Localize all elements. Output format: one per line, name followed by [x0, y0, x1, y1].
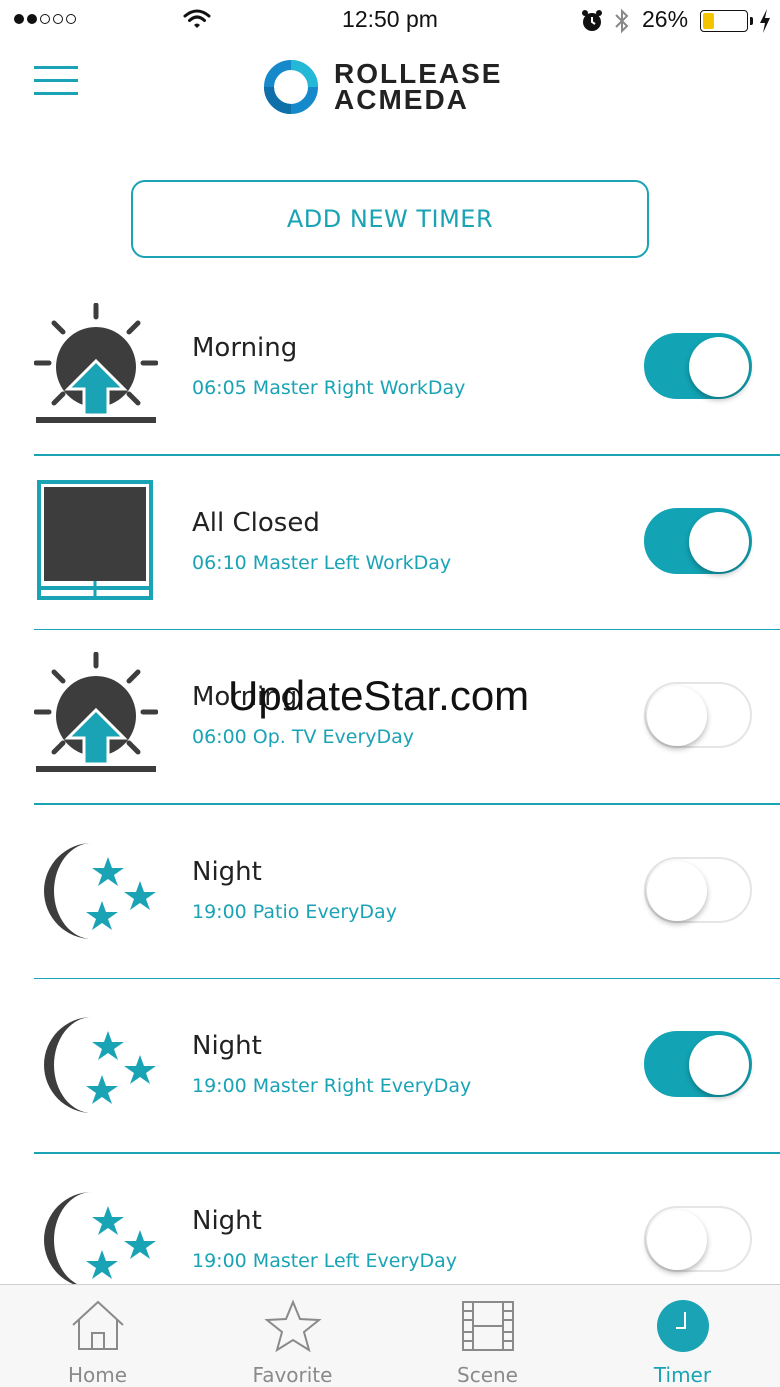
bottom-tab-bar: Home Favorite Scene Timer: [0, 1284, 780, 1387]
toggle-knob: [647, 686, 707, 746]
timer-row[interactable]: Night 19:00 Patio EveryDay: [0, 805, 780, 979]
charging-bolt-icon: [760, 9, 770, 33]
moon-stars-icon: [34, 1001, 158, 1125]
tab-label: Scene: [457, 1363, 518, 1387]
tab-label: Timer: [653, 1363, 712, 1387]
tab-favorite[interactable]: Favorite: [195, 1285, 390, 1387]
add-new-timer-button[interactable]: ADD NEW TIMER: [131, 180, 649, 258]
timer-row[interactable]: Morning 06:05 Master Right WorkDay: [0, 281, 780, 456]
timer-detail: 06:05 Master Right WorkDay: [192, 377, 466, 399]
battery-icon: [700, 10, 748, 32]
battery-percent: 26%: [642, 6, 689, 32]
timer-list: Morning 06:05 Master Right WorkDay All Cl…: [0, 281, 780, 1328]
timer-row[interactable]: Night 19:00 Master Right EveryDay: [0, 979, 780, 1154]
tab-home[interactable]: Home: [0, 1285, 195, 1387]
timer-name: Morning: [192, 333, 298, 363]
clock-icon: [654, 1299, 712, 1353]
timer-name: Night: [192, 856, 262, 887]
toggle-knob: [689, 1035, 749, 1095]
timer-detail: 19:00 Master Right EveryDay: [192, 1075, 472, 1097]
status-bar: 12:50 pm 26%: [0, 0, 780, 44]
blind-closed-icon: [34, 478, 158, 602]
bluetooth-icon: [615, 8, 629, 34]
tab-label: Home: [67, 1363, 128, 1387]
timer-toggle[interactable]: [644, 333, 752, 399]
timer-toggle[interactable]: [644, 1031, 752, 1097]
moon-stars-icon: [34, 827, 158, 951]
battery-tip: [750, 17, 753, 25]
home-icon: [69, 1299, 127, 1353]
timer-name: All Closed: [192, 507, 320, 538]
hamburger-menu-icon[interactable]: [34, 66, 78, 96]
timer-name: Night: [192, 1205, 262, 1236]
timer-toggle[interactable]: [644, 1205, 752, 1272]
timer-toggle[interactable]: [644, 507, 752, 574]
toggle-knob: [689, 511, 749, 572]
timer-name: Morning: [192, 682, 298, 712]
logo-ring-icon: [264, 60, 318, 114]
timer-toggle[interactable]: [644, 682, 752, 748]
timer-detail: 06:10 Master Left WorkDay: [192, 551, 452, 574]
tab-label: Favorite: [252, 1363, 333, 1387]
timer-row[interactable]: All Closed 06:10 Master Left WorkDay: [0, 456, 780, 630]
timer-detail: 19:00 Master Left EveryDay: [192, 1249, 458, 1272]
toggle-knob: [647, 860, 707, 921]
tab-scene[interactable]: Scene: [390, 1285, 585, 1387]
logo-text: ROLLEASE ACMEDA: [334, 60, 502, 115]
timer-detail: 19:00 Patio EveryDay: [192, 900, 397, 923]
sunrise-icon: [33, 651, 159, 776]
toggle-knob: [647, 1209, 707, 1270]
tab-timer[interactable]: Timer: [585, 1285, 780, 1387]
timer-detail: 06:00 Op. TV EveryDay: [192, 726, 415, 748]
logo-line-2: ACMEDA: [334, 84, 469, 115]
timer-row[interactable]: Morning 06:00 Op. TV EveryDay: [0, 630, 780, 805]
timer-name: Night: [192, 1031, 262, 1061]
star-icon: [263, 1299, 322, 1353]
film-icon: [459, 1299, 517, 1353]
alarm-icon: [582, 10, 602, 31]
sunrise-icon: [33, 302, 159, 427]
moon-stars-icon: [34, 1176, 158, 1300]
timer-toggle[interactable]: [644, 856, 752, 923]
brand-logo: ROLLEASE ACMEDA: [264, 60, 502, 114]
toggle-knob: [689, 337, 749, 397]
